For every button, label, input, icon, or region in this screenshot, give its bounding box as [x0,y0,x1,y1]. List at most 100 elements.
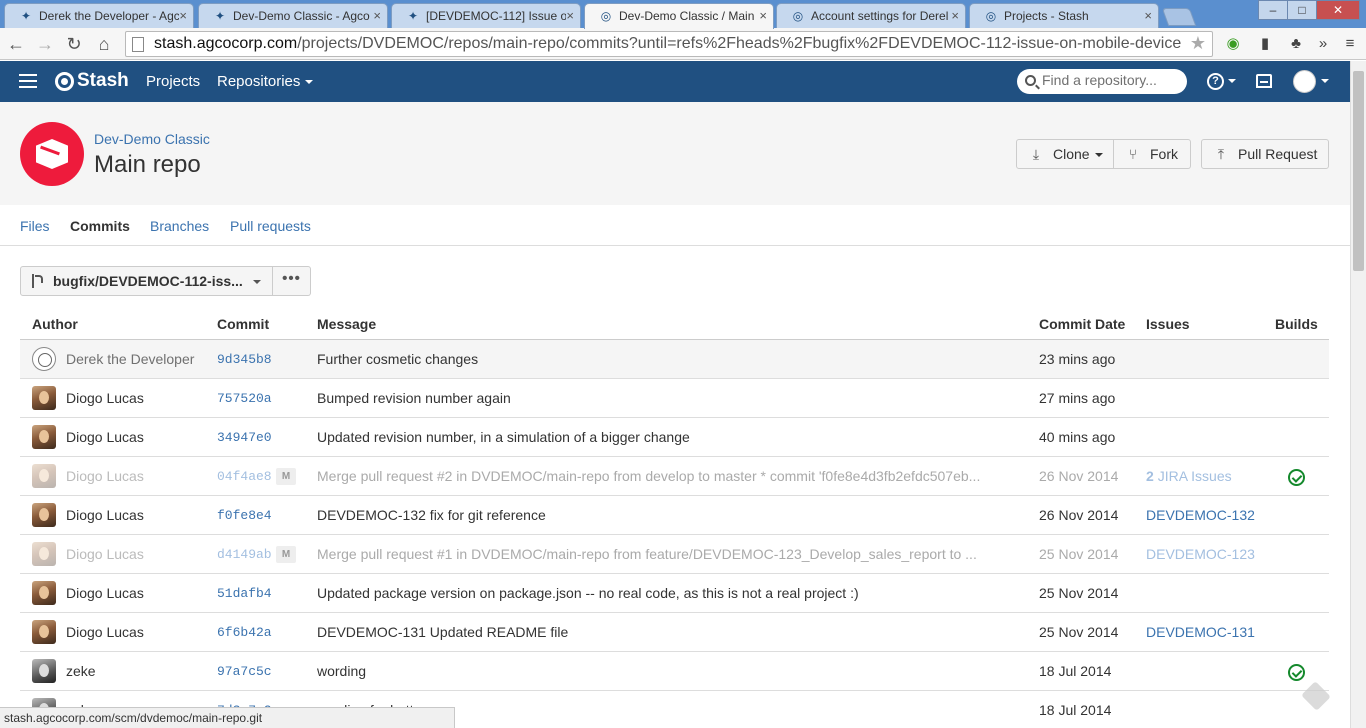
repository-search-input[interactable]: Find a repository... [1017,69,1187,94]
commit-hash-link[interactable]: f0fe8e4 [217,508,272,523]
table-row[interactable]: Derek the Developer 9d345b8 Further cosmet… [20,340,1329,379]
author-avatar[interactable] [32,542,56,566]
commit-message[interactable]: Updated revision number, in a simulation… [317,429,1007,445]
extension-icon[interactable]: ▮ [1255,34,1275,54]
pull-request-button[interactable]: ⤒ Pull Request [1201,139,1329,169]
overflow-chevron-icon[interactable]: » [1313,34,1333,54]
chevron-down-icon[interactable] [1228,79,1236,83]
author-name[interactable]: Diogo Lucas [66,624,216,640]
build-success-icon[interactable] [1288,469,1305,486]
author-name[interactable]: Diogo Lucas [66,585,216,601]
browser-tab[interactable]: ✦ Derek the Developer - Agc × [4,3,194,28]
author-avatar[interactable] [32,620,56,644]
commit-message[interactable]: Further cosmetic changes [317,351,1007,367]
commit-message[interactable]: Bumped revision number again [317,390,1007,406]
project-link[interactable]: Dev-Demo Classic [94,131,210,147]
commit-message[interactable]: Merge pull request #1 in DVDEMOC/main-re… [317,546,1007,562]
author-name[interactable]: zeke [66,663,216,679]
table-row[interactable]: Diogo Lucas 34947e0 Updated revision numbe… [20,418,1329,457]
window-close-button[interactable]: ✕ [1316,0,1360,20]
fork-button[interactable]: ⑂ Fork [1114,139,1191,169]
stash-logo-icon[interactable] [55,72,74,91]
maximize-button[interactable]: □ [1287,0,1317,20]
author-avatar[interactable] [32,581,56,605]
author-avatar[interactable] [32,386,56,410]
browser-tab[interactable]: ✦ Dev-Demo Classic - Agco × [198,3,388,28]
tab-files[interactable]: Files [20,218,50,234]
issues-link[interactable]: DEVDEMOC-131 [1146,624,1255,640]
author-avatar[interactable] [32,464,56,488]
extension-icon[interactable]: ◉ [1223,34,1243,54]
user-avatar[interactable] [1293,70,1316,93]
author-avatar[interactable] [32,503,56,527]
tab-commits[interactable]: Commits [70,218,130,234]
close-icon[interactable]: × [951,8,959,23]
close-icon[interactable]: × [566,8,574,23]
issues-link[interactable]: 2 JIRA Issues [1146,468,1232,484]
close-icon[interactable]: × [179,8,187,23]
tab-branches[interactable]: Branches [150,218,209,234]
minimize-button[interactable]: – [1258,0,1288,20]
issues-link[interactable]: DEVDEMOC-123 [1146,546,1255,562]
author-name[interactable]: Diogo Lucas [66,468,216,484]
close-icon[interactable]: × [1144,8,1152,23]
commit-message[interactable]: wording [317,663,1007,679]
close-icon[interactable]: × [759,8,767,23]
tab-pull-requests[interactable]: Pull requests [230,218,311,234]
table-row[interactable]: Diogo Lucas 51dafb4 Updated package versio… [20,574,1329,613]
branch-selector[interactable]: bugfix/DEVDEMOC-112-iss... [20,266,273,296]
author-name[interactable]: Diogo Lucas [66,507,216,523]
hamburger-menu-icon[interactable] [19,74,37,88]
reload-icon[interactable]: ↻ [62,32,86,56]
author-name[interactable]: Derek the Developer [66,351,216,367]
commit-hash-link[interactable]: d4149ab [217,547,272,562]
address-bar[interactable]: stash.agcocorp.com/projects/DVDEMOC/repo… [125,31,1213,57]
commit-hash-link[interactable]: 97a7c5c [217,664,272,679]
back-arrow-icon[interactable]: ← [4,32,28,56]
commit-message[interactable]: DEVDEMOC-131 Updated README file [317,624,1007,640]
commit-hash-link[interactable]: 51dafb4 [217,586,272,601]
author-name[interactable]: Diogo Lucas [66,429,216,445]
build-success-icon[interactable] [1288,664,1305,681]
author-name[interactable]: Diogo Lucas [66,546,216,562]
extension-icon[interactable]: ♣ [1286,34,1306,54]
nav-repositories[interactable]: Repositories [217,73,314,90]
commit-hash-link[interactable]: 757520a [217,391,272,406]
close-icon[interactable]: × [373,8,381,23]
scrollbar-thumb[interactable] [1353,71,1364,271]
browser-tab-active[interactable]: ◎ Dev-Demo Classic / Main × [584,3,774,29]
author-avatar[interactable] [32,347,56,371]
inbox-icon[interactable] [1256,74,1272,88]
table-row[interactable]: Diogo Lucas 04f4ae8 M Merge pull request #2… [20,457,1329,496]
more-actions-button[interactable]: ••• [273,266,311,296]
browser-tab[interactable]: ✦ [DEVDEMOC-112] Issue or × [391,3,581,28]
author-avatar[interactable] [32,659,56,683]
browser-tab[interactable]: ◎ Projects - Stash × [969,3,1159,28]
help-icon[interactable]: ? [1207,73,1224,90]
commit-hash-link[interactable]: 34947e0 [217,430,272,445]
new-tab-button[interactable] [1161,8,1197,26]
bookmark-star-icon[interactable]: ★ [1190,33,1206,54]
table-row[interactable]: Diogo Lucas 6f6b42a DEVDEMOC-131 Updated R… [20,613,1329,652]
browser-tab[interactable]: ◎ Account settings for Derel × [776,3,966,28]
page-scrollbar[interactable] [1350,61,1366,728]
clone-button[interactable]: ⤓ Clone [1016,139,1114,169]
author-name[interactable]: Diogo Lucas [66,390,216,406]
browser-menu-icon[interactable]: ≡ [1340,34,1360,54]
issues-link[interactable]: DEVDEMOC-132 [1146,507,1255,523]
commit-hash-link[interactable]: 04f4ae8 [217,469,272,484]
home-icon[interactable]: ⌂ [92,32,116,56]
table-row[interactable]: zeke 97a7c5c wording 18 Jul 2014 [20,652,1329,691]
nav-projects[interactable]: Projects [146,73,200,90]
commit-hash-link[interactable]: 6f6b42a [217,625,272,640]
table-row[interactable]: Diogo Lucas f0fe8e4 DEVDEMOC-132 fix for g… [20,496,1329,535]
table-row[interactable]: Diogo Lucas 757520a Bumped revision number… [20,379,1329,418]
commit-message[interactable]: DEVDEMOC-132 fix for git reference [317,507,1007,523]
commit-message[interactable]: Merge pull request #2 in DVDEMOC/main-re… [317,468,1007,484]
commit-message[interactable]: Updated package version on package.json … [317,585,1007,601]
app-logo[interactable]: Stash [77,70,129,92]
commit-hash-link[interactable]: 9d345b8 [217,352,272,367]
table-row[interactable]: Diogo Lucas d4149ab M Merge pull request #1… [20,535,1329,574]
forward-arrow-icon[interactable]: → [33,32,57,56]
chevron-down-icon[interactable] [1321,79,1329,83]
